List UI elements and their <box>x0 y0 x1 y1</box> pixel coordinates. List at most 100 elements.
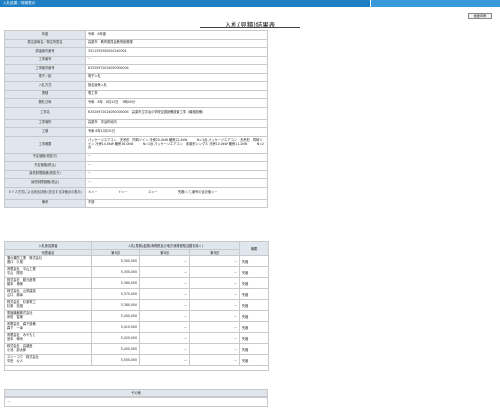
header-title: 入札結果／詳細表示 <box>3 1 36 5</box>
info-table: 年度 令和 6年度 発注部局名／発注所属名 高梁市 教育委員会教育総務課 調達案件番… <box>4 30 268 208</box>
note: 失格 <box>239 266 269 278</box>
label-planned-price-incl: 予定価格(税込) <box>4 161 86 171</box>
label-department: 発注部局名／発注所属名 <box>4 38 86 48</box>
header-bar: 入札結果／詳細表示 <box>0 0 500 7</box>
rep-name: 中田 公人 <box>7 359 23 363</box>
amount-round2: － <box>139 343 190 355</box>
amount-round2: － <box>139 354 190 366</box>
table-row-blank <box>4 365 269 371</box>
value-work-case-number: K3320972024050000004 <box>85 64 268 74</box>
rep-name: 平山 陽男 <box>7 271 23 275</box>
label-work-summary: 工事概要 <box>4 135 86 154</box>
rep-name: 森下 一幸 <box>7 326 23 330</box>
label-electronic-paper: 電子／紙 <box>4 72 86 82</box>
note: 失格 <box>239 343 269 355</box>
bidder-cell: 株式会社 杉原電工 杉原 信雄 <box>4 299 92 311</box>
label-industry: 業種 <box>4 89 86 99</box>
amount-round1: 5,350,000 <box>91 266 140 278</box>
label-opening-date: 開札日時 <box>4 98 86 108</box>
amount-round1: 5,400,000 <box>91 310 140 322</box>
amount-round1: 5,500,000 <box>91 354 140 366</box>
label-work-name: 工事名 <box>4 106 86 120</box>
note: 失格 <box>239 288 269 300</box>
amount-round3: － <box>189 288 240 300</box>
bid-rows: 藩の離防工業 株式会社 瀧口 久雄 5,300,000 － － 失格 有限会社 平… <box>4 255 269 371</box>
bidder-cell: 有限会社 森下設備 森下 一幸 <box>4 321 92 333</box>
label-min-price-excl: 最低制限価格(税抜き) <box>4 169 86 179</box>
rep-name: 藤本 博美 <box>7 282 23 286</box>
label-work-case-number: 工事案件番号 <box>4 64 86 74</box>
label-work-location: 工事場所 <box>4 118 86 128</box>
amount-header: 入札(見積)金額(消費税及び地方消費税相当額を除く) <box>91 241 240 250</box>
amount-round1: 5,420,000 <box>91 332 140 344</box>
amount-round1: 5,410,000 <box>91 321 140 333</box>
label-work-period: 工期 <box>4 127 86 137</box>
rep-name: 宮本 伸司 <box>7 337 23 341</box>
rep-name: 杉原 信雄 <box>7 304 23 308</box>
value-xyz-evaluation: Ｘ＝－ Ｙ＝－ Ｚ＝－ 失格(くじ番号の合計値＝－ <box>85 186 268 200</box>
value-work-period: 令和 6年10月31日 <box>85 127 268 137</box>
amount-round1: 5,370,000 <box>91 288 140 300</box>
amount-round1: 5,380,000 <box>91 299 140 311</box>
note: 失格 <box>239 321 269 333</box>
amount-round3: － <box>189 354 240 366</box>
note: 失格 <box>239 310 269 322</box>
bidder-cell: スリーコウ 株式会社 中田 公人 <box>4 354 92 366</box>
amount-round2: － <box>139 288 190 300</box>
amount-round2: － <box>139 299 190 311</box>
table-row: 有限会社 平山工業 平山 陽男 5,350,000 － － 失格 <box>4 266 269 278</box>
rep-name: 伊田 智美 <box>7 315 23 319</box>
note: 失格 <box>239 299 269 311</box>
header-right-panel <box>370 0 500 7</box>
bidder-cell: 株式会社 高蔵産 小池 慶太郎 <box>4 343 92 355</box>
other-header: その他 <box>4 389 268 397</box>
table-row: 有限会社 森下設備 森下 一幸 5,410,000 － － 失格 <box>4 321 269 333</box>
value-year: 令和 6年度 <box>85 30 268 40</box>
bidder-cell: 有限会社 みやもと 宮本 伸司 <box>4 332 92 344</box>
rep-name: 小池 慶太郎 <box>7 348 27 352</box>
amount-round2: － <box>139 310 190 322</box>
label-work-number: 工事番号 <box>4 55 86 65</box>
amount-round2: － <box>139 255 190 267</box>
amount-round2: － <box>139 321 190 333</box>
note: 失格 <box>239 354 269 366</box>
value-electronic-paper: 電子入札 <box>85 72 268 82</box>
table-row: 電福機器株式会社 伊田 智美 5,400,000 － － 失格 <box>4 310 269 322</box>
rep-name: 山口 耕幸 <box>7 293 23 297</box>
value-work-location: 高梁市 宇治町地内 <box>85 118 268 128</box>
note: 失格 <box>239 332 269 344</box>
xyz-total: 失格(くじ番号の合計値＝－ <box>178 190 218 195</box>
label-planned-price-excl: 予定価格(税抜き) <box>4 152 86 162</box>
blank-cell <box>4 365 269 371</box>
value-work-number: － <box>85 55 268 65</box>
amount-round3: － <box>189 332 240 344</box>
bidder-cell: 有限会社 平山工業 平山 陽男 <box>4 266 92 278</box>
title-underline <box>200 27 300 28</box>
table-row: 有限会社 みやもと 宮本 伸司 5,420,000 － － 失格 <box>4 332 269 344</box>
xyz-z: Ｚ＝－ <box>148 190 158 195</box>
label-bid-method: 入札方式 <box>4 81 86 91</box>
value-min-price-excl: － <box>85 169 268 179</box>
value-min-price-incl: － <box>85 178 268 188</box>
bidder-cell: 藩の離防工業 株式会社 瀧口 久雄 <box>4 255 92 267</box>
value-work-summary: パッケージエアコン 天吊形 同時ツイン 冷房20.0kW 暖房22.4kW N=… <box>85 135 268 154</box>
value-work-name: K3320972024050000004 高梁市立宇治小学校空調設備設置工事（機… <box>85 106 268 120</box>
value-department: 高梁市 教育委員会教育総務課 <box>85 38 268 48</box>
other-value: － <box>4 397 268 407</box>
amount-round3: － <box>189 343 240 355</box>
bidder-cell: 株式会社 藤元産業 藤本 博美 <box>4 277 92 289</box>
table-row: スリーコウ 株式会社 中田 公人 5,500,000 － － 失格 <box>4 354 269 366</box>
participant-header: 入札参加業者 <box>4 241 92 250</box>
value-planned-price-incl: － <box>85 161 268 171</box>
rep-name: 瀧口 久雄 <box>7 260 23 264</box>
amount-round1: 5,360,000 <box>91 277 140 289</box>
value-opening-date: 令和 6年 6月12日 9時00分 <box>85 98 268 108</box>
amount-round2: － <box>139 332 190 344</box>
label-year: 年度 <box>4 30 86 40</box>
amount-round3: － <box>189 321 240 333</box>
amount-round3: － <box>189 310 240 322</box>
value-procurement-number: 3311335500020240004 <box>85 47 268 57</box>
amount-round3: － <box>189 277 240 289</box>
xyz-y: Ｙ＝－ <box>118 190 128 195</box>
amount-round2: － <box>139 277 190 289</box>
